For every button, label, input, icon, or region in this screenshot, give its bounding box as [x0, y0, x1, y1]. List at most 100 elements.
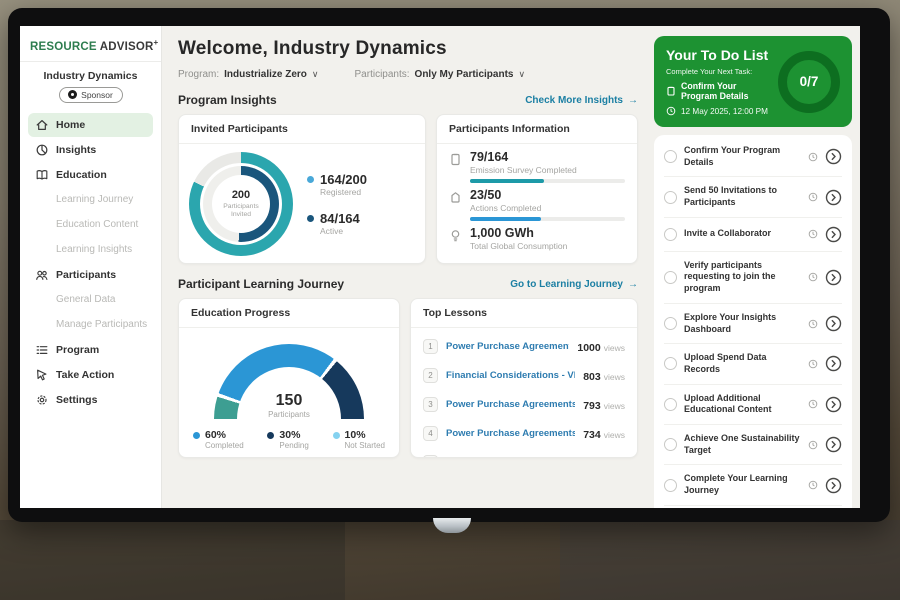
invited-participants-card: Invited Participants 200 Participants In…	[178, 114, 426, 264]
legend-item-completed: 60% Completed	[193, 429, 244, 450]
sidebar-item-manage-participants[interactable]: Manage Participants	[28, 313, 153, 337]
checkbox[interactable]	[664, 398, 677, 411]
lesson-row: 3 Power Purchase Agreements 101 793views	[423, 390, 625, 419]
checkbox[interactable]	[664, 271, 677, 284]
checkbox[interactable]	[664, 357, 677, 370]
sidebar-item-insights[interactable]: Insights	[28, 138, 153, 162]
chevron-right-button[interactable]	[825, 226, 842, 243]
clock-icon	[808, 152, 818, 162]
clock-icon	[808, 229, 818, 239]
participants-select[interactable]: Participants: Only My Participants ∨	[355, 69, 526, 80]
chevron-right-button[interactable]	[825, 355, 842, 372]
lesson-link[interactable]: Financial Considerations - VPPAs	[446, 370, 575, 381]
sidebar-item-participants[interactable]: Participants	[28, 263, 153, 287]
participants-select-value: Only My Participants	[415, 69, 514, 80]
program-select[interactable]: Program: Industrialize Zero ∨	[178, 69, 319, 80]
card-title: Top Lessons	[411, 299, 637, 328]
sidebar-item-settings[interactable]: Settings	[28, 388, 153, 412]
sidebar-item-education-content[interactable]: Education Content	[28, 213, 153, 237]
card-title: Invited Participants	[179, 115, 425, 144]
program-insights-header: Program Insights Check More Insights →	[178, 93, 638, 107]
todo-item-invite-collaborator[interactable]: Invite a Collaborator	[664, 218, 842, 252]
check-more-insights-link[interactable]: Check More Insights →	[525, 95, 638, 106]
registered-dot-icon	[307, 176, 314, 183]
checkbox[interactable]	[664, 228, 677, 241]
sidebar-item-label: Settings	[56, 394, 97, 406]
sidebar-item-learning-journey[interactable]: Learning Journey	[28, 188, 153, 212]
chevron-right-button[interactable]	[825, 148, 842, 165]
go-to-learning-journey-link[interactable]: Go to Learning Journey →	[510, 279, 638, 290]
todo-progress-ring: 0/7	[778, 51, 840, 113]
sidebar-divider	[20, 61, 161, 62]
logo-text-advisor: ADVISOR	[100, 41, 154, 53]
todo-item-explore-insights[interactable]: Explore Your Insights Dashboard	[664, 304, 842, 344]
todo-item-verify-participants[interactable]: Verify participants requesting to join t…	[664, 252, 842, 304]
checkbox[interactable]	[664, 317, 677, 330]
program-select-value: Industrialize Zero	[224, 69, 307, 80]
chevron-right-button[interactable]	[825, 396, 842, 413]
education-progress-gauge-chart: 150 Participants	[214, 344, 364, 419]
todo-item-complete-learning-journey[interactable]: Complete Your Learning Journey	[664, 465, 842, 505]
chevron-down-icon: ∨	[518, 69, 525, 80]
checkbox[interactable]	[664, 150, 677, 163]
todo-item-upload-educational-content[interactable]: Upload Additional Educational Content	[664, 385, 842, 425]
sidebar-item-home[interactable]: Home	[28, 113, 153, 137]
lesson-link[interactable]: Power Purchase Agreements 103	[446, 457, 575, 458]
pending-dot-icon	[267, 432, 274, 439]
checkbox[interactable]	[664, 438, 677, 451]
app-window: RESOURCE ADVISOR+ Industry Dynamics Spon…	[20, 26, 860, 508]
todo-title: Your To Do List	[666, 47, 772, 63]
section-title-learning-journey: Participant Learning Journey	[178, 277, 344, 291]
sidebar-item-general-data[interactable]: General Data	[28, 288, 153, 312]
todo-progress-value: 0/7	[800, 74, 819, 89]
sidebar-item-program[interactable]: Program	[28, 338, 153, 362]
main-content: Welcome, Industry Dynamics Program: Indu…	[162, 26, 648, 508]
sidebar-item-label: Take Action	[56, 369, 114, 381]
chevron-right-button[interactable]	[825, 436, 842, 453]
sidebar-item-take-action[interactable]: Take Action	[28, 363, 153, 387]
desk-background-left	[0, 520, 345, 600]
todo-item-confirm-program[interactable]: Confirm Your Program Details	[664, 137, 842, 177]
participants-icon	[35, 268, 49, 282]
todo-item-upload-spend-data[interactable]: Upload Spend Data Records	[664, 344, 842, 384]
sidebar-item-label: Insights	[56, 144, 96, 156]
checkbox[interactable]	[664, 479, 677, 492]
todo-panel: Your To Do List Complete Your Next Task:…	[648, 26, 860, 508]
page-title: Welcome, Industry Dynamics	[178, 38, 638, 60]
actions-icon	[449, 191, 462, 204]
lesson-link[interactable]: Power Purchase Agreements 101	[446, 399, 575, 410]
chevron-down-icon: ∨	[312, 69, 319, 80]
lesson-link[interactable]: Power Purchase Agreements 101	[446, 341, 569, 352]
chevron-right-button[interactable]	[825, 477, 842, 494]
legend-item-not-started: 10% Not Started	[333, 429, 385, 450]
chevron-right-button[interactable]	[825, 189, 842, 206]
collapse-tasks-link[interactable]: Collapse Tasks ∧	[664, 506, 842, 508]
lesson-row: 2 Financial Considerations - VPPAs 803vi…	[423, 361, 625, 390]
sponsor-icon	[68, 90, 77, 99]
sidebar-item-label: Program	[56, 344, 99, 356]
lesson-link[interactable]: Power Purchase Agreements 102	[446, 428, 575, 439]
legend-item-registered: 164/200 Registered	[307, 172, 367, 197]
org-name: Industry Dynamics	[28, 70, 153, 82]
clock-icon	[808, 272, 818, 282]
chevron-right-button[interactable]	[825, 315, 842, 332]
todo-item-achieve-target[interactable]: Achieve One Sustainability Target	[664, 425, 842, 465]
todo-item-send-invitations[interactable]: Send 50 Invitations to Participants	[664, 177, 842, 217]
checkbox[interactable]	[664, 191, 677, 204]
insights-cards-row: Invited Participants 200 Participants In…	[178, 114, 638, 264]
lesson-rank: 2	[423, 368, 438, 383]
sidebar-item-education[interactable]: Education	[28, 163, 153, 187]
clock-icon	[808, 440, 818, 450]
journey-cards-row: Education Progress 150 Participants	[178, 298, 638, 458]
logo-plus: +	[154, 38, 159, 47]
monitor-power-button	[433, 518, 471, 533]
clock-icon	[808, 480, 818, 490]
sponsor-badge: Sponsor	[59, 87, 123, 103]
donut-legend: 164/200 Registered 84/164 Active	[307, 172, 367, 236]
education-progress-card: Education Progress 150 Participants	[178, 298, 400, 458]
sponsor-badge-label: Sponsor	[81, 90, 113, 100]
sidebar-item-learning-insights[interactable]: Learning Insights	[28, 238, 153, 262]
chevron-right-button[interactable]	[825, 269, 842, 286]
clock-icon	[808, 192, 818, 202]
card-title: Education Progress	[179, 299, 399, 328]
